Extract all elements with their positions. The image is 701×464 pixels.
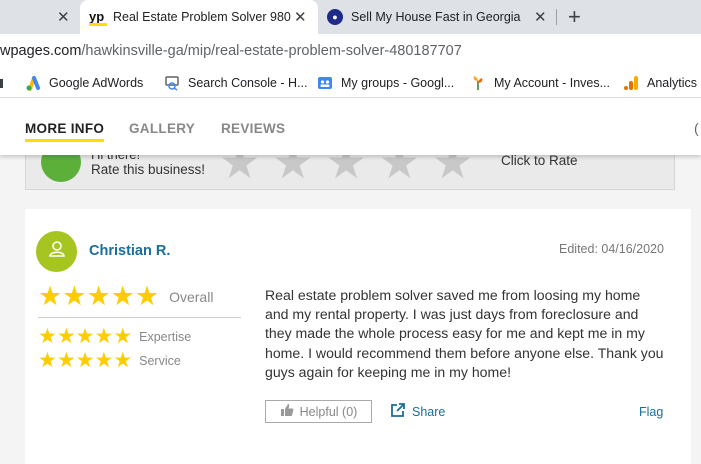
account-icon bbox=[470, 75, 486, 91]
bookmark-label: My Account - Inves... bbox=[494, 76, 611, 90]
flag-link[interactable]: Flag bbox=[639, 405, 663, 419]
star-icon: ★ bbox=[38, 281, 63, 311]
overall-rating: ★★★★★ Overall bbox=[38, 283, 213, 310]
bookmark-item[interactable] bbox=[0, 74, 13, 92]
address-bar[interactable]: wpages.com/hawkinsville-ga/mip/real-esta… bbox=[0, 34, 701, 68]
click-to-rate-label[interactable]: Click to Rate bbox=[501, 153, 578, 168]
yp-favicon-icon: yp bbox=[89, 9, 107, 26]
rating-divider bbox=[38, 317, 241, 318]
star-icon: ★ bbox=[110, 281, 135, 311]
bookmark-analytics[interactable]: Analytics bbox=[623, 74, 697, 92]
review-text: Real estate problem solver saved me from… bbox=[265, 287, 664, 380]
bookmark-my-account[interactable]: My Account - Inves... bbox=[470, 74, 610, 92]
bookmark-search-console[interactable]: Search Console - H... bbox=[164, 74, 308, 92]
expertise-label: Expertise bbox=[139, 330, 192, 344]
star-icon: ★ bbox=[113, 325, 133, 348]
bookmark-icon bbox=[0, 75, 5, 91]
review-edited-date: Edited: 04/16/2020 bbox=[559, 242, 664, 256]
star-icon: ★ bbox=[38, 325, 57, 348]
tab-separator bbox=[556, 9, 557, 25]
service-rating: ★★★★★ Service bbox=[38, 350, 181, 372]
review-card: Christian R. Edited: 04/16/2020 ★★★★★ Ov… bbox=[25, 209, 691, 464]
user-icon bbox=[47, 239, 67, 264]
star-icon: ★ bbox=[94, 325, 114, 348]
overall-label: Overall bbox=[169, 288, 214, 305]
helpful-button[interactable]: Helpful (0) bbox=[265, 400, 372, 423]
tab-title: Sell My House Fast in Georgia bbox=[351, 10, 521, 24]
bookmark-label: My groups - Googl... bbox=[341, 76, 455, 90]
star-icon: ★ bbox=[38, 349, 57, 372]
analytics-icon bbox=[623, 75, 639, 91]
service-stars: ★★★★★ bbox=[38, 350, 132, 372]
expertise-rating: ★★★★★ Expertise bbox=[38, 326, 191, 348]
site-favicon-icon: ● bbox=[327, 9, 343, 25]
google-ads-icon bbox=[25, 75, 41, 91]
close-icon[interactable]: ✕ bbox=[294, 8, 307, 26]
bookmark-label: Google AdWords bbox=[49, 76, 144, 90]
groups-icon bbox=[317, 75, 333, 91]
tab-more-info[interactable]: MORE INFO bbox=[25, 121, 105, 142]
nav-overflow-text: ( bbox=[694, 120, 699, 136]
overall-stars: ★★★★★ bbox=[38, 283, 159, 310]
browser-tab-previous[interactable]: ✕ bbox=[0, 0, 80, 34]
helpful-label: Helpful (0) bbox=[299, 404, 358, 419]
tab-gallery[interactable]: GALLERY bbox=[129, 121, 195, 136]
expertise-stars: ★★★★★ bbox=[38, 326, 132, 348]
bookmark-label: Search Console - H... bbox=[188, 76, 308, 90]
business-nav-bar: MORE INFO GALLERY REVIEWS ( bbox=[0, 98, 701, 155]
page-content: MORE INFO GALLERY REVIEWS ( Hi there! Ra… bbox=[0, 98, 701, 464]
rate-prompt: Rate this business! bbox=[91, 162, 206, 177]
star-icon: ★ bbox=[56, 349, 76, 372]
browser-tab-active[interactable]: yp Real Estate Problem Solver 980 E ✕ bbox=[80, 0, 318, 34]
new-tab-button[interactable]: + bbox=[568, 4, 581, 30]
bookmark-google-adwords[interactable]: Google AdWords bbox=[25, 74, 143, 92]
close-icon[interactable]: ✕ bbox=[57, 8, 70, 26]
bookmarks-bar: Google AdWords Search Console - H... My … bbox=[0, 68, 701, 98]
bookmark-label: Analytics bbox=[647, 76, 698, 90]
service-label: Service bbox=[139, 354, 181, 368]
tab-title: Real Estate Problem Solver 980 E bbox=[113, 10, 291, 24]
tab-reviews[interactable]: REVIEWS bbox=[221, 121, 285, 136]
share-icon bbox=[390, 402, 406, 421]
share-label: Share bbox=[412, 404, 446, 419]
star-icon: ★ bbox=[113, 349, 133, 372]
share-link[interactable]: Share bbox=[390, 402, 445, 421]
browser-tab-bar: ✕ yp Real Estate Problem Solver 980 E ✕ … bbox=[0, 0, 701, 34]
url-host: wpages.com bbox=[0, 43, 82, 59]
url-path: /hawkinsville-ga/mip/real-estate-problem… bbox=[81, 43, 462, 59]
search-console-icon bbox=[164, 75, 180, 91]
star-icon: ★ bbox=[62, 281, 87, 311]
star-icon: ★ bbox=[56, 325, 76, 348]
thumbs-up-icon bbox=[280, 403, 294, 420]
reviewer-name[interactable]: Christian R. bbox=[89, 243, 170, 259]
star-icon: ★ bbox=[75, 349, 95, 372]
star-icon: ★ bbox=[75, 325, 95, 348]
star-icon: ★ bbox=[134, 281, 160, 311]
reviewer-avatar bbox=[36, 231, 77, 272]
star-icon: ★ bbox=[94, 349, 114, 372]
url-text[interactable]: wpages.com/hawkinsville-ga/mip/real-esta… bbox=[0, 43, 462, 59]
star-icon: ★ bbox=[86, 281, 111, 311]
close-icon[interactable]: ✕ bbox=[534, 8, 547, 26]
browser-tab-sell-house[interactable]: ● Sell My House Fast in Georgia ✕ bbox=[318, 0, 555, 34]
bookmark-my-groups[interactable]: My groups - Googl... bbox=[317, 74, 454, 92]
